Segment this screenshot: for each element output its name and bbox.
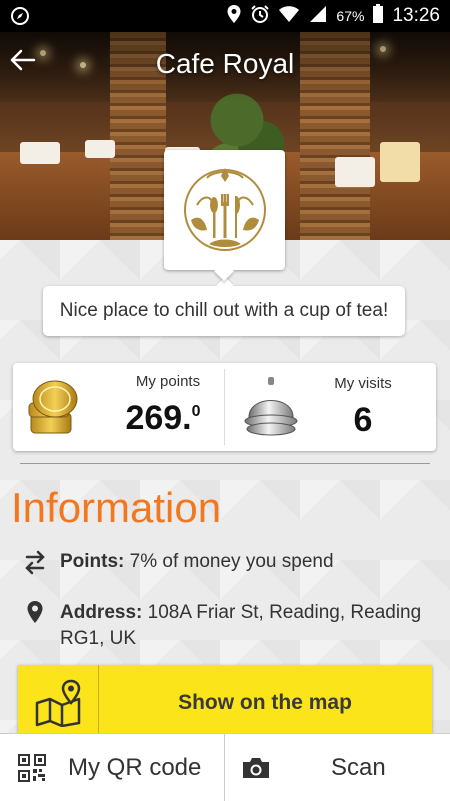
map-icon-box xyxy=(18,665,99,740)
my-qr-code-label: My QR code xyxy=(68,754,202,781)
map-pin-icon xyxy=(34,679,84,732)
camera-icon xyxy=(241,756,271,785)
points-value: 269.0 xyxy=(98,399,228,438)
scan-button[interactable]: Scan xyxy=(225,734,449,801)
coins-icon xyxy=(23,375,83,444)
location-pin-icon xyxy=(26,600,44,632)
address-info-label: Address: xyxy=(60,602,143,623)
scan-label: Scan xyxy=(331,754,386,781)
my-qr-code-button[interactable]: My QR code xyxy=(0,734,224,801)
alarm-icon xyxy=(250,4,270,29)
venue-logo xyxy=(164,150,285,270)
visits-value: 6 xyxy=(353,401,373,439)
show-on-map-button[interactable]: Show on the map xyxy=(18,665,432,740)
show-on-map-label: Show on the map xyxy=(178,691,352,714)
swap-arrows-icon xyxy=(22,549,48,583)
battery-icon xyxy=(372,3,384,29)
status-time: 13:26 xyxy=(392,5,440,26)
stats-divider xyxy=(224,369,225,445)
points-fraction: 0 xyxy=(191,403,201,420)
cafe-logo-icon xyxy=(177,160,273,261)
battery-percent: 67% xyxy=(336,8,365,24)
signal-icon xyxy=(308,5,328,28)
bottom-action-bar: My QR code Scan xyxy=(0,733,450,801)
information-heading: Information xyxy=(11,484,222,531)
visits-label: My visits xyxy=(334,375,392,392)
points-info-label: Points: xyxy=(60,551,125,572)
stats-card: My points 269.0 My visits 6 xyxy=(13,363,436,451)
compass-icon xyxy=(10,6,30,31)
qr-code-icon xyxy=(18,754,46,787)
service-bell-icon xyxy=(241,375,301,442)
section-divider xyxy=(20,463,430,464)
page-title: Cafe Royal xyxy=(155,48,295,79)
wifi-icon xyxy=(278,5,300,28)
status-bar: 67% 13:26 xyxy=(0,0,450,32)
points-whole: 269. xyxy=(125,399,192,437)
venue-tagline: Nice place to chill out with a cup of te… xyxy=(43,286,405,336)
location-icon xyxy=(226,4,242,29)
points-label: My points xyxy=(135,373,201,390)
points-info-text: 7% of money you spend xyxy=(124,551,334,572)
